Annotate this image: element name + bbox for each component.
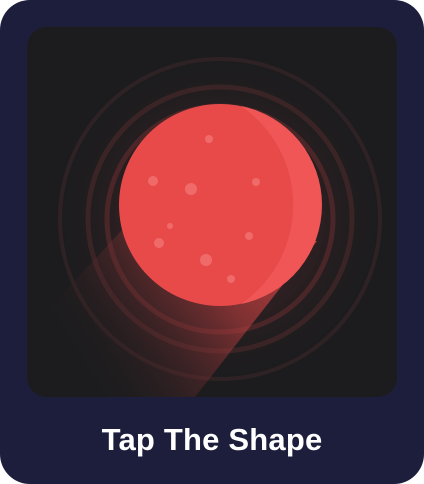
planet-crater [148,176,158,186]
planet-crater [245,232,253,240]
planet-crater [252,178,260,186]
planet-crater [227,275,235,283]
planet-crater [167,223,173,229]
planet-crater [154,238,164,248]
planet-crater [200,254,212,266]
app-tile[interactable]: Tap The Shape [0,0,424,484]
tap-the-shape-artwork[interactable] [27,27,397,397]
planet-crater [185,183,197,195]
red-planet-icon [27,49,390,397]
planet-crater [205,135,213,143]
app-title[interactable]: Tap The Shape [0,418,424,462]
